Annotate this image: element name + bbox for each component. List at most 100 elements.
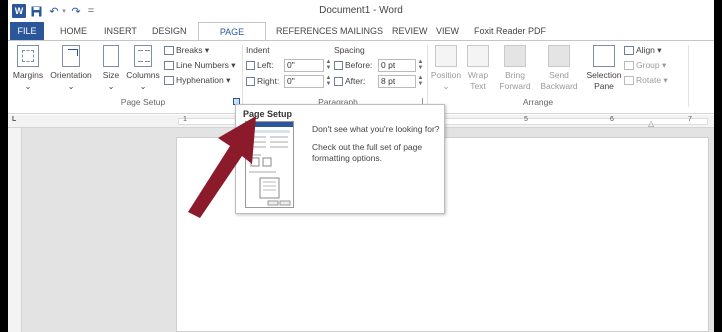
selection-pane-label-2: Pane [594,81,614,91]
align-button[interactable]: Align ▾ [624,44,662,57]
chevron-down-icon: ⌄ [107,81,115,91]
ruler-mark: 5 [524,116,528,123]
rotate-label: Rotate [636,75,662,85]
chevron-down-icon: ⌄ [67,81,75,91]
align-label: Align [636,45,655,55]
position-button[interactable]: Position ⌄ [429,45,463,92]
window-title: Document1 - Word [319,5,403,16]
spacing-before-label: Before: [334,59,372,72]
line-numbers-label: Line Numbers [176,60,229,70]
chevron-down-icon: ▾ [226,75,231,85]
indent-left-text: Left: [257,60,274,70]
spacing-after-icon [334,77,343,87]
chevron-down-icon: ▾ [657,45,662,55]
indent-right-spinner[interactable]: ▲ ▼ [325,75,332,88]
bring-forward-button[interactable]: Bring Forward [494,45,536,92]
tab-insert[interactable]: INSERT [98,22,143,41]
spacing-after-spinner[interactable]: ▲ ▼ [417,75,424,88]
rotate-icon [624,76,634,86]
tab-mailings[interactable]: MAILINGS [334,22,389,41]
bring-forward-label-2: Forward [499,81,531,91]
group-divider [242,45,243,107]
tab-design[interactable]: DESIGN [146,22,193,41]
wrap-text-icon [467,45,489,67]
right-indent-marker-icon[interactable]: △ [648,119,654,128]
breaks-label: Breaks [176,45,203,55]
tab-page-layout[interactable]: PAGE LAYOUT [198,22,266,56]
group-label: Group [636,60,660,70]
tab-foxit-reader-pdf[interactable]: Foxit Reader PDF [468,22,552,41]
columns-button[interactable]: Columns ⌄ [125,45,161,92]
size-icon [103,45,119,67]
indent-left-icon [246,61,255,71]
selection-pane-button[interactable]: Selection Pane [584,45,624,92]
group-icon [624,61,634,71]
spacing-before-text: Before: [345,60,373,70]
indent-left-spinner[interactable]: ▲ ▼ [325,59,332,72]
word-window: W ↶ ▾ ↷ = Document1 - Word FILE HOME INS… [8,0,714,332]
margins-label: Margins [12,70,44,80]
line-numbers-button[interactable]: Line Numbers ▾ [164,59,236,72]
indent-right-text: Right: [257,76,280,86]
spacing-after-text: After: [345,76,366,86]
group-button[interactable]: Group ▾ [624,59,666,72]
indent-label: Indent [246,45,270,55]
tab-view[interactable]: VIEW [430,22,465,41]
annotation-arrow-icon [188,116,256,218]
send-backward-button[interactable]: Send Backward [536,45,582,92]
group-divider [688,45,689,107]
chevron-down-icon: ▾ [663,75,668,85]
orientation-icon [62,45,80,67]
page-setup-group-label: Page Setup [120,97,166,107]
group-divider [427,45,428,107]
chevron-down-icon: ⌄ [139,81,147,91]
indent-right-icon [246,77,255,87]
spacing-after-field[interactable]: 8 pt [378,75,416,88]
chevron-down-icon: ⌄ [442,81,450,91]
rotate-button[interactable]: Rotate ▾ [624,74,668,87]
send-backward-label-2: Backward [540,81,578,91]
align-icon [624,46,634,56]
ruler-mark: 7 [688,116,692,123]
hyphenation-button[interactable]: Hyphenation ▾ [164,74,230,87]
orientation-label: Orientation [50,70,92,80]
spacing-after-label: After: [334,75,365,88]
columns-label: Columns [126,70,160,80]
line-numbers-icon [164,61,174,71]
bring-forward-label: Bring [505,70,525,80]
arrange-group-label: Arrange [522,97,554,107]
margins-button[interactable]: Margins ⌄ [10,45,46,92]
wrap-text-label: Wrap [467,70,489,80]
tab-references[interactable]: REFERENCES [270,22,344,41]
tooltip-description: Check out the full set of page formattin… [312,142,423,163]
bring-forward-icon [504,45,526,67]
indent-left-field[interactable]: 0" [284,59,324,72]
indent-left-label: Left: [246,59,274,72]
title-bar: W ↶ ▾ ↷ = Document1 - Word [8,0,714,22]
selection-pane-icon [593,45,615,67]
chevron-down-icon: ⌄ [24,81,32,91]
spacing-before-field[interactable]: 0 pt [378,59,416,72]
ribbon: Margins ⌄ Orientation ⌄ Size ⌄ Columns ⌄… [8,40,714,114]
columns-icon [134,45,152,67]
ribbon-tabs: FILE HOME INSERT DESIGN PAGE LAYOUT REFE… [8,22,714,56]
margins-icon [17,45,39,67]
selection-pane-label: Selection [586,70,622,80]
chevron-down-icon: ▾ [204,45,210,55]
breaks-button[interactable]: Breaks ▾ [164,44,209,57]
size-button[interactable]: Size ⌄ [98,45,124,92]
chevron-down-icon: ▾ [231,60,236,70]
tab-review[interactable]: REVIEW [386,22,434,41]
orientation-button[interactable]: Orientation ⌄ [46,45,96,92]
tab-file[interactable]: FILE [10,22,44,41]
size-label: Size [102,70,120,80]
indent-right-field[interactable]: 0" [284,75,324,88]
tab-home[interactable]: HOME [54,22,93,41]
wrap-text-button[interactable]: Wrap Text [463,45,493,92]
wrap-text-label-2: Text [470,81,486,91]
spacing-before-spinner[interactable]: ▲ ▼ [417,59,424,72]
vertical-ruler[interactable] [8,128,22,332]
tab-selector[interactable]: L [12,116,16,123]
indent-right-label: Right: [246,75,279,88]
send-backward-icon [548,45,570,67]
